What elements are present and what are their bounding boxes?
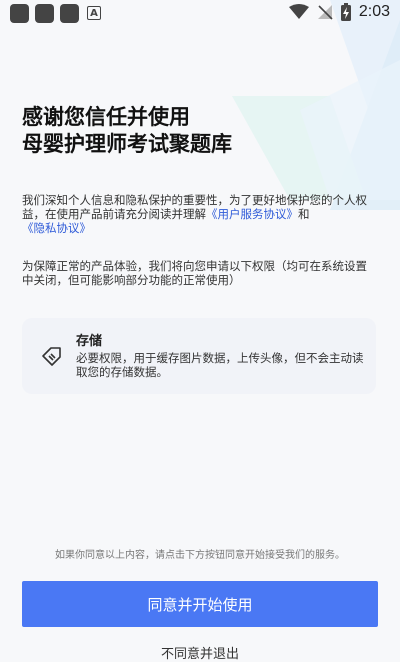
- title-line-2: 母婴护理师考试聚题库: [22, 132, 232, 156]
- title-line-1: 感谢您信任并使用: [22, 105, 190, 129]
- privacy-policy-link[interactable]: 《隐私协议》: [22, 221, 91, 235]
- privacy-intro: 我们深知个人信息和隐私保护的重要性，为了更好地保护您的个人权益，在使用产品前请充…: [22, 193, 374, 235]
- page-title: 感谢您信任并使用 母婴护理师考试聚题库: [22, 104, 232, 158]
- privacy-intro-text: 我们深知个人信息和隐私保护的重要性，为了更好地保护您的个人权益，在使用产品前请充…: [22, 193, 367, 221]
- permission-name: 存储: [76, 334, 103, 349]
- tag-icon: [42, 347, 61, 366]
- disagree-and-exit-link[interactable]: 不同意并退出: [0, 643, 400, 662]
- status-icons-left: A: [10, 4, 101, 23]
- app-notification-icon: [35, 4, 54, 23]
- user-agreement-link[interactable]: 《用户服务协议》: [206, 207, 298, 221]
- consent-note: 如果你同意以上内容，请点击下方按钮同意开始接受我们的服务。: [55, 550, 345, 561]
- wifi-icon: [288, 4, 309, 19]
- a-notification-icon: A: [87, 6, 101, 20]
- app-notification-icon: [60, 4, 79, 23]
- permission-card-storage: 存储 必要权限，用于缓存图片数据，上传头像，但不会主动读取您的存储数据。: [22, 318, 376, 394]
- and-text: 和: [298, 207, 310, 221]
- no-signal-icon: [317, 5, 333, 20]
- status-icons-right: 2:03: [288, 3, 390, 21]
- agree-and-start-button[interactable]: 同意并开始使用: [22, 581, 378, 627]
- permission-description: 必要权限，用于缓存图片数据，上传头像，但不会主动读取您的存储数据。: [76, 351, 364, 379]
- battery-charging-icon: [340, 3, 351, 21]
- app-notification-icon: [10, 4, 29, 23]
- clock: 2:03: [358, 3, 390, 20]
- status-bar: A 2:03: [0, 0, 400, 28]
- permissions-intro: 为保障正常的产品体验，我们将向您申请以下权限（均可在系统设置中关闭，但可能影响部…: [22, 259, 367, 287]
